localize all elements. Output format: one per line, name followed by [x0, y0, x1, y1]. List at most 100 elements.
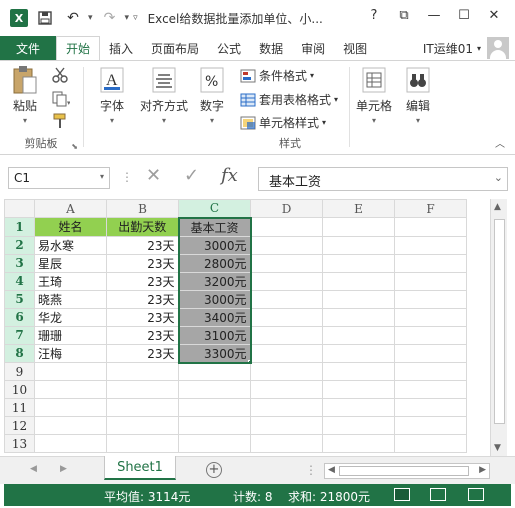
tab-formulas[interactable]: 公式 [208, 36, 250, 60]
cell[interactable] [106, 398, 179, 417]
cell[interactable] [178, 380, 251, 399]
cell-name[interactable]: 晓燕 [34, 289, 107, 309]
column-header-b[interactable]: B [106, 199, 179, 218]
cell[interactable] [394, 325, 467, 345]
cell[interactable] [250, 380, 323, 399]
tab-home[interactable]: 开始 [56, 36, 101, 60]
cell-salary[interactable]: 3400元 [177, 307, 252, 327]
cell-salary[interactable]: 3200元 [177, 271, 252, 291]
cell[interactable] [322, 343, 395, 363]
worksheet-grid[interactable]: A B C D E F 1 姓名 出勤天数 基本工资 2 易水寒 23天 300… [4, 199, 490, 456]
page-break-preview-icon[interactable] [468, 488, 484, 501]
customize-quick-access-icon[interactable]: ▿ [133, 13, 138, 23]
cell-name[interactable]: 华龙 [34, 307, 107, 327]
cell[interactable] [394, 307, 467, 327]
row-header[interactable]: 11 [4, 398, 35, 417]
cell[interactable] [106, 362, 179, 381]
scroll-down-icon[interactable]: ▼ [494, 443, 501, 453]
ribbon-display-options-button[interactable]: ⧉ [389, 8, 419, 23]
alignment-button[interactable]: 对齐方式 ▾ [138, 65, 190, 125]
redo-icon[interactable]: ↷ [99, 7, 121, 29]
cell[interactable] [322, 398, 395, 417]
cell-styles-button[interactable]: 单元格样式 ▾ [240, 114, 326, 131]
cell[interactable] [322, 380, 395, 399]
cell[interactable] [250, 271, 323, 291]
help-button[interactable]: ? [359, 8, 389, 23]
cell[interactable] [178, 362, 251, 381]
cell-salary[interactable]: 3000元 [177, 289, 252, 309]
cell[interactable] [178, 434, 251, 453]
format-as-table-button[interactable]: 套用表格格式 ▾ [240, 91, 338, 108]
column-header-e[interactable]: E [322, 199, 395, 218]
clipboard-launcher-icon[interactable]: ⬊ [71, 142, 78, 151]
row-header[interactable]: 6 [4, 307, 35, 327]
cell-salary[interactable]: 3100元 [177, 325, 252, 345]
cells-button[interactable]: 单元格 ▾ [354, 65, 394, 125]
cell[interactable] [34, 380, 107, 399]
row-header[interactable]: 5 [4, 289, 35, 309]
cell[interactable] [250, 307, 323, 327]
fill-handle[interactable] [247, 359, 249, 361]
cell[interactable] [322, 271, 395, 291]
cell[interactable] [106, 434, 179, 453]
cell[interactable] [250, 434, 323, 453]
account-menu[interactable]: IT运维01 ▾ [423, 36, 515, 60]
paste-button[interactable]: 粘贴 ▾ [8, 65, 42, 125]
row-header[interactable]: 2 [4, 235, 35, 255]
tab-review[interactable]: 审阅 [292, 36, 334, 60]
vertical-scrollbar[interactable]: ▲ ▼ [490, 199, 507, 456]
maximize-button[interactable]: ☐ [449, 8, 479, 23]
format-painter-icon[interactable] [52, 113, 68, 129]
cell[interactable] [250, 235, 323, 255]
formula-bar-splitter-icon[interactable]: ⋮ [121, 170, 133, 184]
cell[interactable] [34, 434, 107, 453]
cell[interactable] [394, 271, 467, 291]
page-layout-view-icon[interactable] [430, 488, 446, 501]
name-box[interactable]: C1 ▾ [8, 167, 110, 189]
row-header[interactable]: 10 [4, 380, 35, 399]
cell[interactable] [322, 289, 395, 309]
cancel-icon[interactable]: ✕ [146, 165, 161, 186]
cell-b1[interactable]: 出勤天数 [106, 217, 179, 237]
cell[interactable] [178, 398, 251, 417]
cell[interactable] [394, 362, 467, 381]
cell[interactable] [34, 398, 107, 417]
cell-name[interactable]: 星辰 [34, 253, 107, 273]
cell[interactable] [394, 235, 467, 255]
cell[interactable] [394, 434, 467, 453]
redo-dropdown-icon[interactable]: ▾ [125, 13, 130, 23]
cut-icon[interactable] [52, 67, 68, 83]
scroll-left-icon[interactable]: ◀ [328, 465, 335, 475]
undo-icon[interactable]: ↶ [62, 7, 84, 29]
cell-days[interactable]: 23天 [106, 343, 179, 363]
cell[interactable] [250, 343, 323, 363]
cell[interactable] [34, 416, 107, 435]
cell-salary[interactable]: 3300元 [177, 343, 252, 364]
cell-days[interactable]: 23天 [106, 253, 179, 273]
row-header[interactable]: 12 [4, 416, 35, 435]
tab-page-layout[interactable]: 页面布局 [142, 36, 208, 60]
cell[interactable] [34, 362, 107, 381]
cell-name[interactable]: 王琦 [34, 271, 107, 291]
cell[interactable] [394, 343, 467, 363]
column-header-c[interactable]: C [178, 199, 251, 219]
scroll-up-icon[interactable]: ▲ [494, 202, 501, 212]
cell[interactable] [394, 380, 467, 399]
cell[interactable] [106, 416, 179, 435]
horizontal-scrollbar[interactable]: ◀ ▶ [324, 463, 490, 479]
formula-input[interactable]: 基本工资 ⌄ [258, 167, 508, 191]
cell[interactable] [394, 416, 467, 435]
cell-salary[interactable]: 2800元 [177, 253, 252, 273]
column-header-f[interactable]: F [394, 199, 467, 218]
cell-name[interactable]: 珊珊 [34, 325, 107, 345]
collapse-ribbon-icon[interactable]: ︿ [495, 135, 505, 150]
tab-splitter-icon[interactable]: ⋮ [305, 463, 317, 477]
vertical-scroll-thumb[interactable] [494, 219, 505, 424]
cell[interactable] [250, 253, 323, 273]
row-header[interactable]: 1 [4, 217, 35, 237]
cell[interactable] [322, 217, 395, 237]
tab-view[interactable]: 视图 [334, 36, 376, 60]
row-header[interactable]: 4 [4, 271, 35, 291]
row-header[interactable]: 7 [4, 325, 35, 345]
tab-insert[interactable]: 插入 [100, 36, 142, 60]
